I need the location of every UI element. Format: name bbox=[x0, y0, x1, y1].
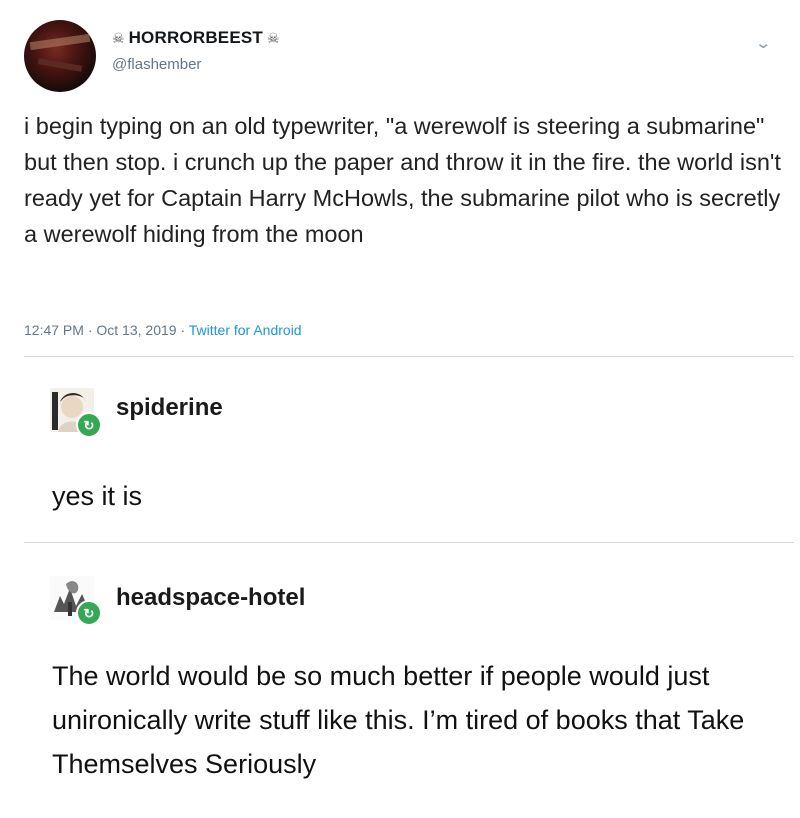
meta-separator: · bbox=[87, 322, 93, 338]
reblog-avatar[interactable]: ↻ bbox=[50, 576, 102, 628]
tweet-meta: 12:47 PM · Oct 13, 2019 · Twitter for An… bbox=[24, 322, 302, 338]
skull-emoji-icon: ☠ bbox=[267, 29, 280, 46]
reblog-icon: ↻ bbox=[76, 412, 102, 438]
reblog-avatar[interactable]: ↻ bbox=[50, 388, 102, 440]
reblog-text: yes it is bbox=[52, 481, 143, 511]
reblog-text: The world would be so much better if peo… bbox=[52, 661, 745, 779]
skull-emoji-icon: ☠ bbox=[112, 29, 125, 46]
tweet-handle[interactable]: @flashember bbox=[112, 56, 201, 73]
meta-separator: · bbox=[180, 322, 186, 338]
reblog-post: ↻ headspace-hotel The world would be so … bbox=[0, 572, 800, 812]
reblog-icon: ↻ bbox=[76, 600, 102, 626]
divider bbox=[24, 356, 794, 357]
tweet-author-name-row[interactable]: ☠ HORRORBEEST ☠ bbox=[112, 28, 280, 48]
tweet-author-avatar[interactable] bbox=[24, 20, 96, 92]
tweet-display-name[interactable]: HORRORBEEST bbox=[129, 28, 263, 48]
reblog-username[interactable]: headspace-hotel bbox=[116, 584, 305, 612]
reblog-post: ↻ spiderine yes it is bbox=[0, 386, 800, 536]
tweet-time[interactable]: 12:47 PM bbox=[24, 322, 84, 338]
chevron-down-icon[interactable]: ⌄ bbox=[755, 34, 773, 52]
tweet-client-link[interactable]: Twitter for Android bbox=[189, 322, 302, 338]
reblog-username[interactable]: spiderine bbox=[116, 394, 223, 422]
tweet-date[interactable]: Oct 13, 2019 bbox=[96, 322, 176, 338]
divider bbox=[24, 542, 794, 543]
tweet-text: i begin typing on an old typewriter, "a … bbox=[24, 113, 781, 247]
tweet-card: ☠ HORRORBEEST ☠ @flashember ⌄ i begin ty… bbox=[0, 0, 800, 360]
